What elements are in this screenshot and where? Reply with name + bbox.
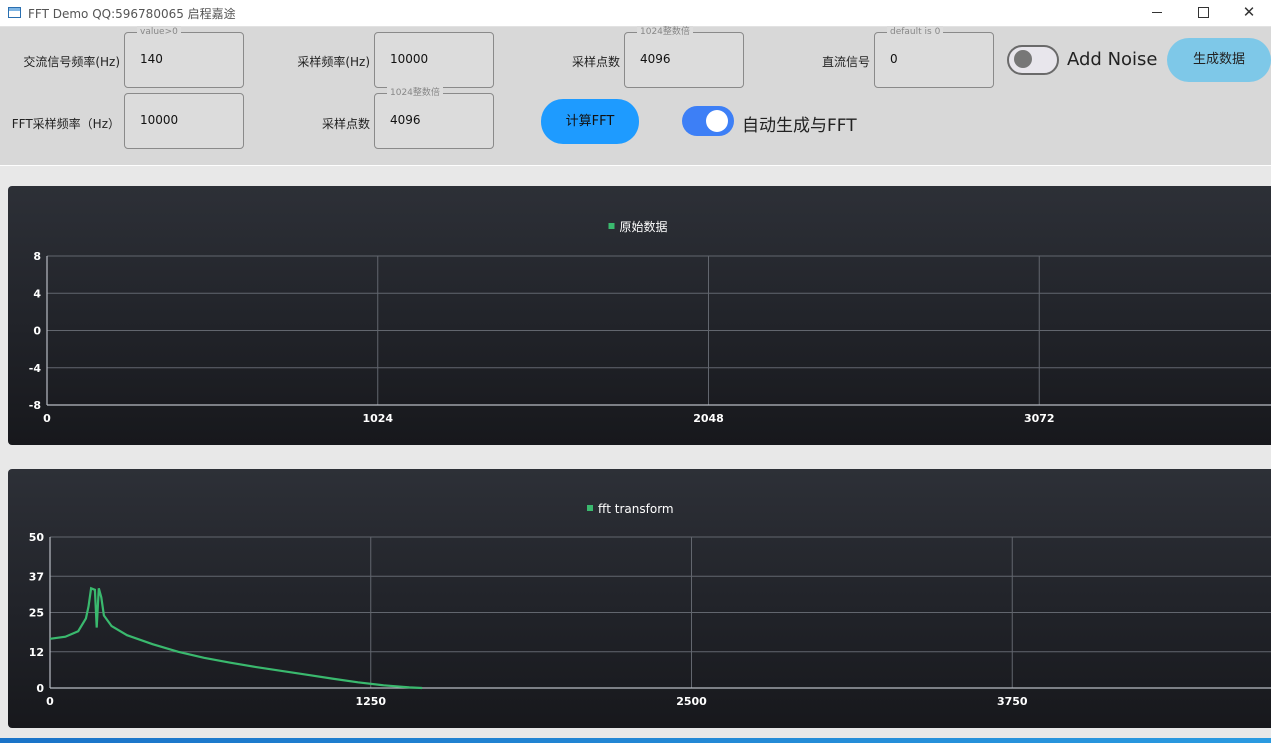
- y-tick-label: 25: [29, 607, 44, 620]
- legend-label: fft transform: [598, 502, 674, 516]
- add-noise-label: Add Noise: [1067, 49, 1158, 70]
- fft-sample-rate-value[interactable]: 10000: [140, 113, 178, 127]
- series-line: [49, 586, 423, 690]
- x-tick-label: 0: [43, 412, 51, 425]
- x-tick-label: 3072: [1024, 412, 1055, 425]
- fft-sample-rate-field[interactable]: 10000: [124, 93, 244, 149]
- ac-freq-field[interactable]: value>0 140: [124, 26, 244, 88]
- legend-label: 原始数据: [620, 219, 668, 234]
- x-tick-label: 1024: [362, 412, 393, 425]
- y-tick-label: -8: [29, 399, 41, 412]
- fft-points-label: 采样点数: [321, 117, 370, 131]
- fft-points-hint: 1024整数倍: [387, 87, 443, 99]
- compute-fft-button[interactable]: 计算FFT: [541, 99, 639, 144]
- generate-data-button[interactable]: 生成数据: [1167, 38, 1271, 82]
- y-tick-label: 4: [33, 287, 41, 300]
- sample-rate-field[interactable]: 10000: [374, 32, 494, 88]
- raw-data-chart[interactable]: 原始数据 -8 -4 0 4 8 0 1024 2048 3072: [8, 186, 1271, 445]
- dc-signal-label: 直流信号: [821, 55, 870, 69]
- y-tick-label: -4: [29, 362, 42, 375]
- sample-points-value[interactable]: 4096: [640, 52, 671, 66]
- auto-fft-label: 自动生成与FFT: [742, 116, 857, 136]
- fft-sample-rate-label: FFT采样频率（Hz）: [11, 117, 120, 131]
- y-tick-label: 12: [29, 646, 44, 659]
- x-tick-label: 1250: [355, 695, 386, 708]
- window-title: FFT Demo QQ:596780065 启程嘉途: [28, 7, 236, 21]
- fft-points-value[interactable]: 4096: [390, 113, 421, 127]
- dc-signal-value[interactable]: 0: [890, 52, 898, 66]
- legend-marker: [608, 223, 615, 229]
- sample-points-label: 采样点数: [571, 55, 620, 69]
- y-tick-label: 8: [33, 250, 41, 263]
- legend-marker: [587, 505, 593, 511]
- y-tick-label: 0: [36, 682, 44, 695]
- fft-chart[interactable]: fft transform 0 12 25 37 50 0 1250 2500 3750: [8, 469, 1271, 728]
- toggle-knob: [706, 110, 728, 132]
- sample-rate-label: 采样频率(Hz): [297, 55, 370, 69]
- ac-freq-value[interactable]: 140: [140, 52, 163, 66]
- dc-signal-field[interactable]: default is 0 0: [874, 26, 994, 88]
- auto-fft-toggle[interactable]: [682, 106, 734, 136]
- legend: fft transform: [587, 502, 674, 516]
- ac-freq-hint: value>0: [137, 26, 181, 38]
- minimize-icon[interactable]: [1134, 0, 1180, 26]
- add-noise-toggle[interactable]: [1007, 45, 1059, 75]
- y-tick-label: 50: [29, 531, 45, 544]
- y-tick-label: 37: [29, 570, 44, 583]
- x-tick-label: 2048: [693, 412, 724, 425]
- x-tick-label: 3750: [997, 695, 1028, 708]
- raw-data-plot: 原始数据 -8 -4 0 4 8 0 1024 2048 3072: [8, 186, 1271, 425]
- maximize-icon[interactable]: [1180, 0, 1226, 26]
- dc-signal-hint: default is 0: [887, 26, 944, 38]
- panel-divider: [0, 165, 1271, 166]
- sample-rate-value[interactable]: 10000: [390, 52, 428, 66]
- ac-freq-label: 交流信号频率(Hz): [23, 55, 120, 69]
- x-tick-label: 2500: [676, 695, 707, 708]
- toggle-knob: [1014, 50, 1032, 68]
- bottom-accent-bar: [0, 738, 1271, 743]
- x-tick-label: 0: [46, 695, 54, 708]
- control-panel: 交流信号频率(Hz) value>0 140 采样频率(Hz) 10000 采样…: [0, 26, 1271, 165]
- fft-points-field[interactable]: 1024整数倍 4096: [374, 87, 494, 149]
- y-tick-label: 0: [33, 325, 41, 338]
- fft-plot: fft transform0122537500 1250 2500 3750: [29, 502, 1271, 708]
- legend: 原始数据: [608, 219, 668, 234]
- sample-points-field[interactable]: 1024整数倍 4096: [624, 26, 744, 88]
- sample-points-hint: 1024整数倍: [637, 26, 693, 38]
- title-bar: FFT Demo QQ:596780065 启程嘉途 ✕: [0, 0, 1271, 27]
- close-icon[interactable]: ✕: [1226, 0, 1271, 26]
- app-window-icon: [8, 7, 21, 18]
